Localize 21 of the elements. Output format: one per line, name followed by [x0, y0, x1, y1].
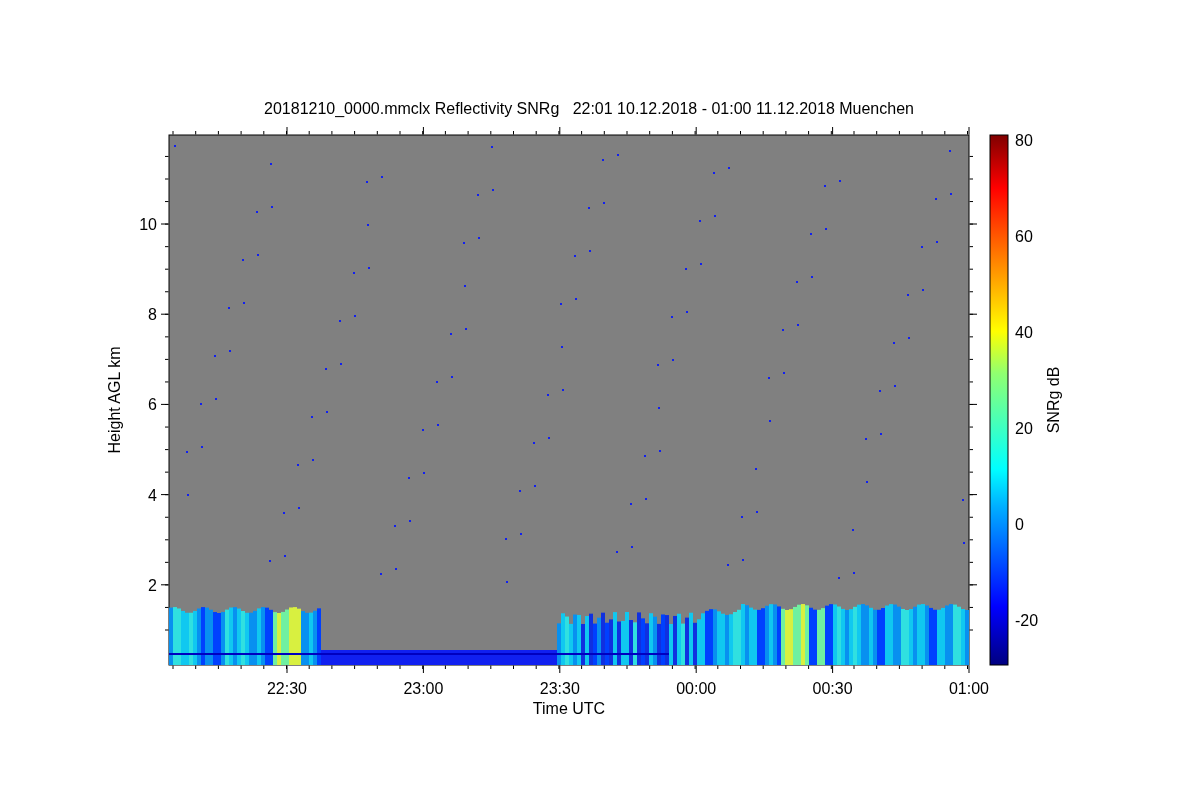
x-tick-label: 00:00 [676, 680, 717, 697]
colorbar-tick-label: -20 [1015, 612, 1039, 629]
x-tick-label: 01:00 [949, 680, 989, 697]
y-tick-label: 8 [148, 306, 157, 324]
y-axis-label: Height AGL km [106, 346, 123, 454]
y-tick-label: 6 [148, 396, 157, 414]
y-tick-label: 4 [148, 486, 157, 504]
colorbar-tick-label: 80 [1015, 132, 1033, 149]
x-tick-label: 23:00 [403, 680, 444, 697]
x-tick-label: 22:30 [267, 680, 307, 697]
y-tick-label: 10 [139, 216, 157, 233]
x-tick-label: 23:30 [539, 680, 580, 697]
colorbar-tick-label: 0 [1015, 516, 1024, 533]
chart-title: 20181210_0000.mmclx Reflectivity SNRg 22:01 10.12.2018 - 01:00 11.12.2018 Muenchen [264, 100, 914, 117]
colorbar-tick-label: 60 [1015, 228, 1033, 245]
y-tick-label: 2 [148, 576, 157, 594]
x-axis-label: Time UTC [532, 700, 606, 717]
colorbar-tick-label: 40 [1015, 324, 1033, 341]
colorbar-tick-label: 20 [1015, 420, 1033, 437]
x-tick-label: 00:30 [812, 680, 853, 697]
colorbar-label: SNRg dB [1045, 366, 1062, 434]
